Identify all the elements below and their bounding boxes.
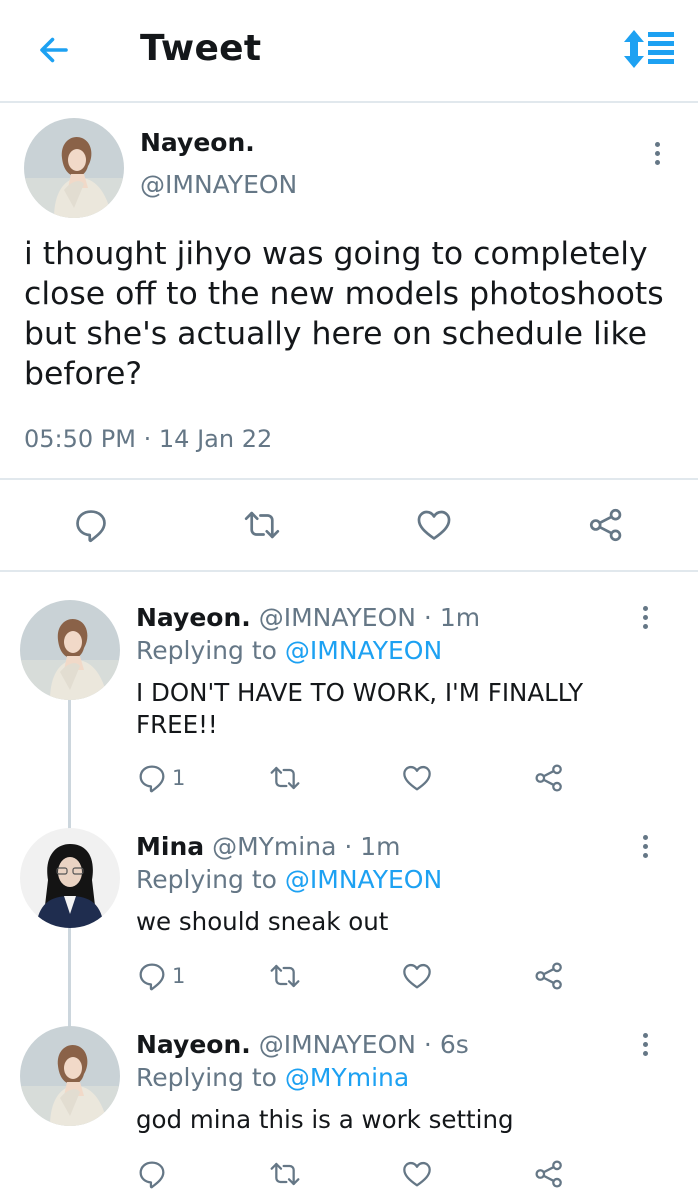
dot bbox=[654, 141, 660, 147]
tweet-text: i thought jihyo was going to completely … bbox=[24, 236, 664, 392]
reply-button[interactable] bbox=[72, 506, 110, 544]
reply-author-handle: @IMNAYEON bbox=[258, 603, 416, 632]
retweet-button[interactable] bbox=[242, 506, 282, 544]
heart-icon bbox=[414, 506, 454, 544]
share-icon bbox=[532, 1158, 566, 1190]
reply-author-name: Nayeon. bbox=[136, 603, 251, 632]
reply-time: · 1m bbox=[423, 603, 481, 632]
retweet-icon bbox=[242, 506, 282, 544]
dot bbox=[642, 834, 648, 840]
replying-to-line: Replying to @IMNAYEON bbox=[136, 865, 442, 894]
reply-header[interactable]: Nayeon. @IMNAYEON · 6s bbox=[136, 1030, 469, 1059]
tweet-time: 05:50 PM bbox=[24, 425, 136, 453]
reply-author-name: Mina bbox=[136, 832, 205, 861]
arrow-left-icon bbox=[40, 37, 68, 63]
avatar[interactable] bbox=[20, 1026, 120, 1126]
tweet-date: 14 Jan 22 bbox=[158, 425, 273, 453]
retweet-button[interactable] bbox=[268, 1158, 302, 1190]
like-button[interactable] bbox=[400, 960, 434, 992]
like-button[interactable] bbox=[400, 762, 434, 794]
author-handle[interactable]: @IMNAYEON bbox=[140, 170, 297, 199]
dot bbox=[642, 852, 648, 858]
reply-time: · 1m bbox=[344, 832, 401, 861]
nayeon-avatar-photo bbox=[24, 118, 124, 218]
reply-count: 1 bbox=[172, 964, 186, 988]
dot bbox=[654, 150, 660, 156]
share-button[interactable] bbox=[532, 1158, 566, 1190]
reply-author-name: Nayeon. bbox=[136, 1030, 251, 1059]
reply-text: I DON'T HAVE TO WORK, I'M FINALLY FREE!! bbox=[136, 678, 584, 739]
replying-to-mention[interactable]: @MYmina bbox=[285, 1063, 409, 1092]
dot bbox=[642, 623, 648, 629]
dot bbox=[642, 1050, 648, 1056]
author-name[interactable]: Nayeon. bbox=[140, 128, 255, 157]
dot bbox=[654, 159, 660, 165]
reply-author-handle: @IMNAYEON bbox=[258, 1030, 416, 1059]
avatar[interactable] bbox=[20, 828, 120, 928]
mina-avatar-photo bbox=[20, 828, 120, 928]
share-button[interactable] bbox=[532, 762, 566, 794]
tweet-action-bar bbox=[0, 478, 698, 572]
more-options-button[interactable] bbox=[644, 136, 670, 170]
avatar[interactable] bbox=[20, 600, 120, 700]
reply-icon bbox=[136, 1158, 168, 1190]
retweet-icon bbox=[268, 762, 302, 794]
retweet-button[interactable] bbox=[268, 762, 302, 794]
dot bbox=[642, 1032, 648, 1038]
retweet-icon bbox=[268, 960, 302, 992]
more-options-button[interactable] bbox=[632, 600, 658, 634]
reply-button[interactable]: 1 bbox=[136, 960, 185, 992]
heart-icon bbox=[400, 960, 434, 992]
reply-time: · 6s bbox=[423, 1030, 469, 1059]
avatar[interactable] bbox=[24, 118, 124, 218]
reply-header[interactable]: Mina @MYmina · 1m bbox=[136, 832, 401, 861]
page-title: Tweet bbox=[140, 28, 262, 69]
nayeon-avatar-photo bbox=[20, 600, 120, 700]
like-button[interactable] bbox=[400, 1158, 434, 1190]
share-button[interactable] bbox=[586, 506, 626, 544]
replying-to-label: Replying to bbox=[136, 865, 277, 894]
like-button[interactable] bbox=[414, 506, 454, 544]
dot bbox=[642, 843, 648, 849]
share-icon bbox=[532, 960, 566, 992]
reply-button[interactable]: 1 bbox=[136, 762, 185, 794]
reply-button[interactable] bbox=[136, 1158, 172, 1190]
share-icon bbox=[586, 506, 626, 544]
reply-icon bbox=[136, 960, 168, 992]
top-app-bar: Tweet bbox=[0, 0, 698, 103]
tweet-timestamp[interactable]: 05:50 PM · 14 Jan 22 bbox=[24, 425, 272, 453]
reply-icon bbox=[72, 506, 110, 544]
reply-text: god mina this is a work setting bbox=[136, 1105, 514, 1134]
dot bbox=[642, 614, 648, 620]
more-options-button[interactable] bbox=[632, 829, 658, 863]
dot bbox=[642, 605, 648, 611]
replying-to-mention[interactable]: @IMNAYEON bbox=[285, 865, 442, 894]
reply-author-handle: @MYmina bbox=[212, 832, 337, 861]
replying-to-line: Replying to @MYmina bbox=[136, 1063, 409, 1092]
heart-icon bbox=[400, 1158, 434, 1190]
reply-text: we should sneak out bbox=[136, 907, 389, 936]
replying-to-label: Replying to bbox=[136, 636, 277, 665]
time-separator: · bbox=[143, 425, 152, 453]
retweet-icon bbox=[268, 1158, 302, 1190]
nayeon-avatar-photo bbox=[20, 1026, 120, 1126]
sort-button[interactable] bbox=[620, 28, 680, 70]
more-options-button[interactable] bbox=[632, 1027, 658, 1061]
replying-to-mention[interactable]: @IMNAYEON bbox=[285, 636, 442, 665]
reply-icon bbox=[136, 762, 168, 794]
replying-to-label: Replying to bbox=[136, 1063, 277, 1092]
dot bbox=[642, 1041, 648, 1047]
back-button[interactable] bbox=[34, 30, 74, 70]
heart-icon bbox=[400, 762, 434, 794]
reply-header[interactable]: Nayeon. @IMNAYEON · 1m bbox=[136, 603, 480, 632]
share-button[interactable] bbox=[532, 960, 566, 992]
share-icon bbox=[532, 762, 566, 794]
sort-lines-icon bbox=[624, 30, 674, 68]
reply-count: 1 bbox=[172, 766, 186, 790]
replying-to-line: Replying to @IMNAYEON bbox=[136, 636, 442, 665]
retweet-button[interactable] bbox=[268, 960, 302, 992]
